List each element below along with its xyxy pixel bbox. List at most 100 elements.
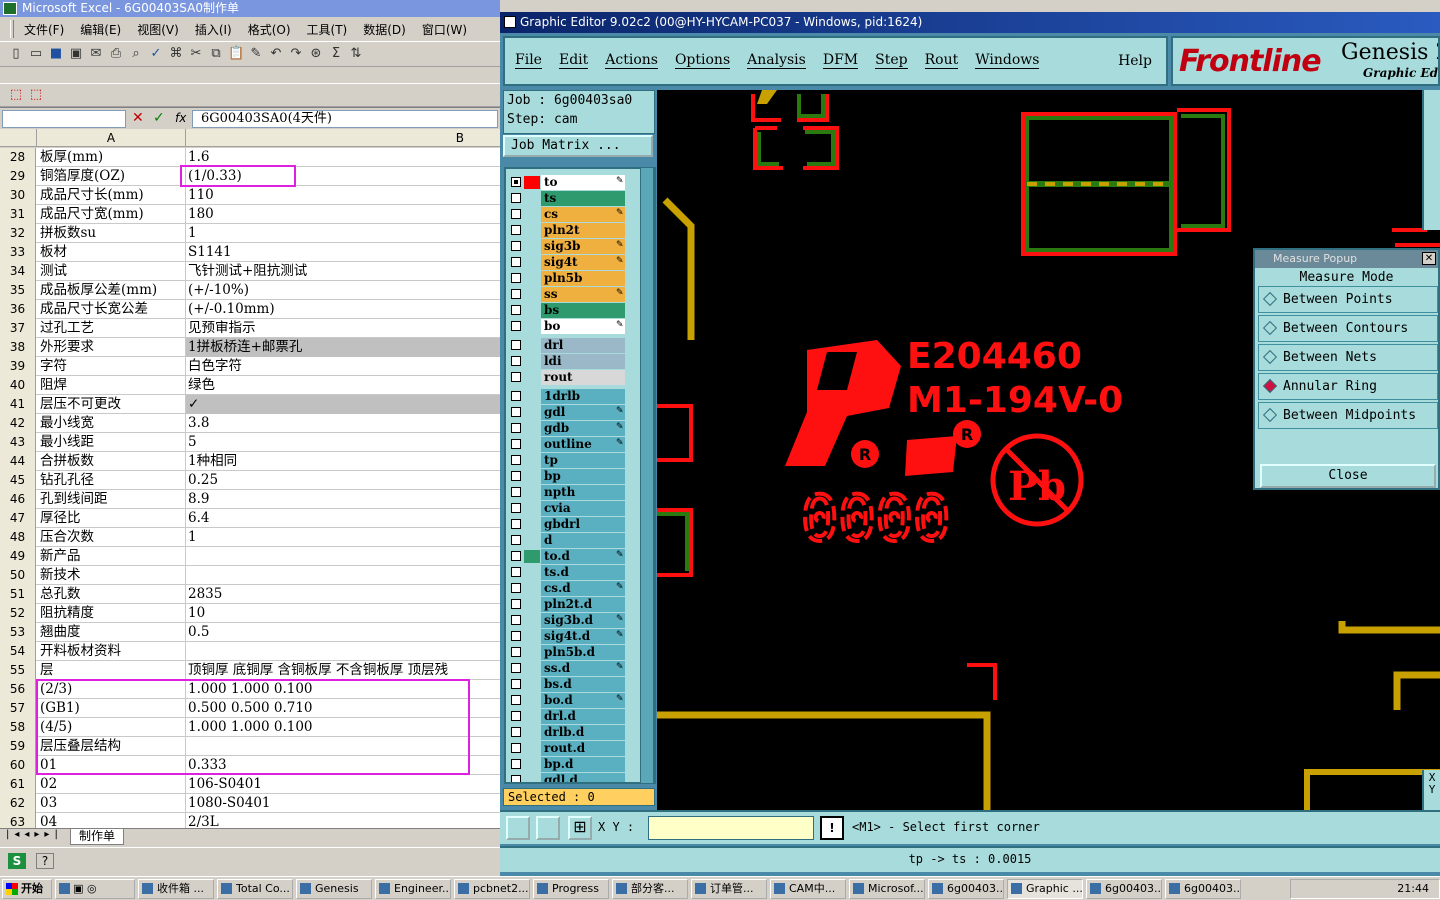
help-icon[interactable]: ? (36, 852, 54, 869)
layer-name[interactable]: drl.d (541, 709, 625, 724)
measure-option[interactable]: Between Points (1258, 286, 1438, 313)
menu-data[interactable]: 数据(D) (363, 21, 406, 38)
cell-b[interactable]: 3.8 (186, 414, 500, 433)
layer-indicator[interactable] (524, 486, 540, 499)
table-row[interactable]: 63 04 2/3L (0, 813, 500, 828)
layer-name[interactable]: sig3b (541, 239, 625, 254)
alert-icon[interactable]: ! (820, 816, 844, 840)
print-preview-icon[interactable]: ⌕ (128, 46, 144, 62)
layer-name[interactable]: cs.d (541, 581, 625, 596)
cell-b[interactable]: 6.4 (186, 509, 500, 528)
taskbar-item[interactable]: Progress (533, 878, 609, 899)
layer-name[interactable]: sig4t.d (541, 629, 625, 644)
menu-file[interactable]: File (515, 53, 542, 69)
open-icon[interactable]: ▭ (28, 46, 44, 62)
cell-a[interactable]: 最小线宽 (38, 414, 186, 433)
cell-a[interactable]: 新技术 (38, 566, 186, 585)
layer-checkbox[interactable] (511, 743, 521, 753)
layer-indicator[interactable] (524, 339, 540, 352)
layer-indicator[interactable] (524, 598, 540, 611)
cell-a[interactable]: 层 (38, 661, 186, 680)
table-row[interactable]: 43 最小线距 5 (0, 433, 500, 452)
layer-indicator[interactable] (524, 208, 540, 221)
layer-item[interactable]: gdl ✎ (508, 405, 634, 420)
layer-item[interactable]: d (508, 533, 634, 548)
cell-b[interactable] (186, 547, 500, 566)
layer-checkbox[interactable] (511, 487, 521, 497)
radio-diamond-icon[interactable] (1262, 291, 1278, 307)
layer-name[interactable]: gdb (541, 421, 625, 436)
layer-indicator[interactable] (524, 470, 540, 483)
menu-actions[interactable]: Actions (605, 53, 658, 69)
cell-b[interactable]: 0.25 (186, 471, 500, 490)
table-row[interactable]: 49 新产品 (0, 547, 500, 566)
save-icon[interactable]: ■ (48, 46, 64, 62)
layer-checkbox[interactable] (511, 471, 521, 481)
table-row[interactable]: 32 拼板数su 1 (0, 224, 500, 243)
layer-item[interactable]: drlb.d (508, 725, 634, 740)
layer-name[interactable]: gbdrl (541, 517, 625, 532)
row-number[interactable]: 60 (0, 756, 36, 775)
table-row[interactable]: 55 层顶铜厚 底铜厚 含铜板厚 不含铜板厚 顶层残 (0, 661, 500, 680)
cell-b[interactable]: 飞针测试+阻抗测试 (186, 262, 500, 281)
taskbar-item[interactable]: 6g00403... (1086, 878, 1162, 899)
layer-item[interactable]: bo ✎ (508, 319, 634, 334)
layer-indicator[interactable] (524, 355, 540, 368)
layer-indicator[interactable] (524, 288, 540, 301)
taskbar-item[interactable]: Engineer... (375, 878, 451, 899)
cell-b[interactable]: S1141 (186, 243, 500, 262)
cell-b[interactable]: 10 (186, 604, 500, 623)
layer-item[interactable]: pln2t (508, 223, 634, 238)
row-number[interactable]: 46 (0, 490, 36, 509)
layer-item[interactable]: bs.d (508, 677, 634, 692)
cell-b[interactable]: (+/-0.10mm) (186, 300, 500, 319)
cell-b[interactable] (186, 566, 500, 585)
layer-item[interactable]: ts.d (508, 565, 634, 580)
layer-indicator[interactable] (524, 726, 540, 739)
taskbar-item[interactable]: Genesis (296, 878, 372, 899)
layer-indicator[interactable] (524, 518, 540, 531)
table-row[interactable]: 30 成品尺寸长(mm) 110 (0, 186, 500, 205)
row-number[interactable]: 59 (0, 737, 36, 756)
layer-indicator[interactable] (524, 582, 540, 595)
cell-a[interactable]: 成品尺寸长宽公差 (38, 300, 186, 319)
row-number[interactable]: 29 (0, 167, 36, 186)
layer-name[interactable]: to.d (541, 549, 625, 564)
layer-item[interactable]: sig4t.d ✎ (508, 629, 634, 644)
cell-b[interactable] (186, 642, 500, 661)
row-number[interactable]: 36 (0, 300, 36, 319)
row-number[interactable]: 58 (0, 718, 36, 737)
layer-indicator[interactable] (524, 694, 540, 707)
layer-name[interactable]: bp.d (541, 757, 625, 772)
layer-item[interactable]: rout.d (508, 741, 634, 756)
row-number[interactable]: 44 (0, 452, 36, 471)
formula-input[interactable]: 6G00403SA0(4天件) (192, 110, 498, 128)
table-row[interactable]: 35 成品板厚公差(mm) (+/-10%) (0, 281, 500, 300)
cell-a[interactable]: 厚径比 (38, 509, 186, 528)
cell-b[interactable]: 1 (186, 224, 500, 243)
row-number[interactable]: 41 (0, 395, 36, 414)
name-box[interactable] (2, 110, 126, 128)
row-number[interactable]: 28 (0, 148, 36, 167)
copy-icon[interactable]: ⧉ (208, 46, 224, 62)
radio-diamond-icon[interactable] (1262, 378, 1278, 394)
layer-name[interactable]: gdl.d (541, 773, 625, 782)
cell-b[interactable]: 0.5 (186, 623, 500, 642)
layer-checkbox[interactable] (511, 551, 521, 561)
cell-b[interactable]: 5 (186, 433, 500, 452)
layer-checkbox[interactable] (511, 356, 521, 366)
cell-a[interactable]: 翘曲度 (38, 623, 186, 642)
cell-a[interactable]: 板材 (38, 243, 186, 262)
layer-name[interactable]: ts.d (541, 565, 625, 580)
cell-b[interactable]: (+/-10%) (186, 281, 500, 300)
layer-name[interactable]: bs (541, 303, 625, 318)
layer-indicator[interactable] (524, 192, 540, 205)
pdf-convert-icon[interactable]: ⬚ (8, 87, 24, 103)
cell-a[interactable]: 阻焊 (38, 376, 186, 395)
layer-checkbox[interactable] (511, 391, 521, 401)
menu-windows[interactable]: Windows (975, 53, 1040, 69)
layer-item[interactable]: sig3b.d ✎ (508, 613, 634, 628)
email-icon[interactable]: ✉ (88, 46, 104, 62)
layer-name[interactable]: bp (541, 469, 625, 484)
table-row[interactable]: 47 厚径比 6.4 (0, 509, 500, 528)
